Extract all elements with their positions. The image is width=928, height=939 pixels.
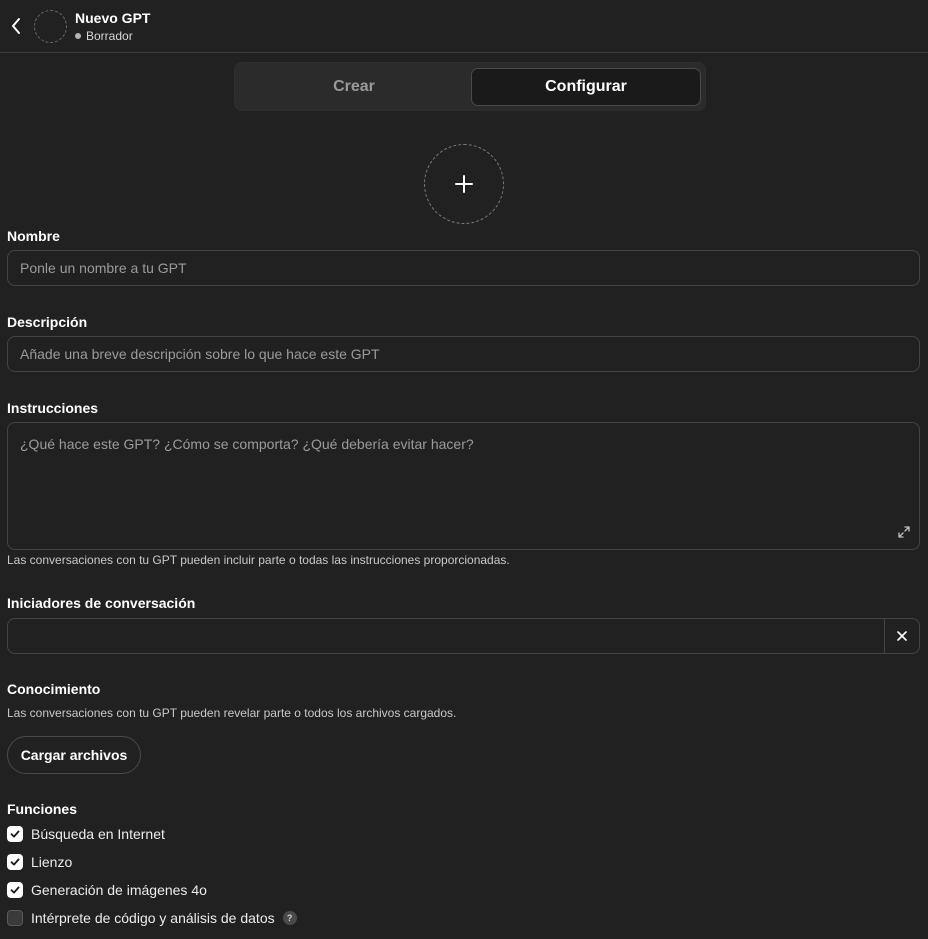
checkbox-unchecked[interactable] xyxy=(7,910,23,926)
gpt-avatar-placeholder xyxy=(34,10,67,43)
capability-web-search[interactable]: Búsqueda en Internet xyxy=(7,824,165,844)
draft-status: Borrador xyxy=(75,29,133,43)
checkbox-checked[interactable] xyxy=(7,854,23,870)
description-label: Descripción xyxy=(7,314,88,330)
back-button[interactable] xyxy=(6,14,26,38)
checkbox-checked[interactable] xyxy=(7,882,23,898)
name-placeholder: Ponle un nombre a tu GPT xyxy=(20,260,187,276)
knowledge-hint: Las conversaciones con tu GPT pueden rev… xyxy=(7,706,457,720)
capability-canvas[interactable]: Lienzo xyxy=(7,852,72,872)
conversation-starter-input[interactable] xyxy=(7,618,885,654)
status-label: Borrador xyxy=(86,29,133,43)
description-placeholder: Añade una breve descripción sobre lo que… xyxy=(20,346,380,362)
chevron-left-icon xyxy=(12,18,20,34)
capability-label: Lienzo xyxy=(31,854,73,870)
checkmark-icon xyxy=(10,858,20,866)
close-icon xyxy=(897,631,907,641)
capability-label: Intérprete de código y análisis de datos xyxy=(31,910,275,926)
instructions-label: Instrucciones xyxy=(7,400,99,416)
checkmark-icon xyxy=(10,886,20,894)
avatar-upload-button[interactable] xyxy=(424,144,504,224)
gpt-editor-page: Nuevo GPT Borrador Crear Configurar Nomb… xyxy=(0,0,928,939)
remove-starter-button[interactable] xyxy=(884,618,920,654)
instructions-hint: Las conversaciones con tu GPT pueden inc… xyxy=(7,553,510,567)
checkbox-checked[interactable] xyxy=(7,826,23,842)
mode-tabs: Crear Configurar xyxy=(234,62,706,111)
instructions-placeholder: ¿Qué hace este GPT? ¿Cómo se comporta? ¿… xyxy=(20,436,474,452)
expand-icon[interactable] xyxy=(897,525,911,539)
tab-configure[interactable]: Configurar xyxy=(471,68,701,106)
plus-icon xyxy=(455,175,473,193)
instructions-textarea[interactable]: ¿Qué hace este GPT? ¿Cómo se comporta? ¿… xyxy=(7,422,920,550)
gpt-title: Nuevo GPT xyxy=(75,10,151,26)
knowledge-label: Conocimiento xyxy=(7,681,101,697)
capability-image-generation[interactable]: Generación de imágenes 4o xyxy=(7,880,207,900)
capability-code-interpreter[interactable]: Intérprete de código y análisis de datos… xyxy=(7,908,297,928)
capability-label: Generación de imágenes 4o xyxy=(31,882,207,898)
capabilities-label: Funciones xyxy=(7,801,78,817)
name-label: Nombre xyxy=(7,228,60,244)
name-input[interactable]: Ponle un nombre a tu GPT xyxy=(7,250,920,286)
help-icon[interactable]: ? xyxy=(282,911,297,925)
tab-create[interactable]: Crear xyxy=(239,68,469,106)
capability-label: Búsqueda en Internet xyxy=(31,826,165,842)
description-input[interactable]: Añade una breve descripción sobre lo que… xyxy=(7,336,920,372)
upload-files-button[interactable]: Cargar archivos xyxy=(7,736,141,774)
status-dot-icon xyxy=(75,33,81,39)
header: Nuevo GPT Borrador xyxy=(0,0,928,53)
checkmark-icon xyxy=(10,830,20,838)
starters-label: Iniciadores de conversación xyxy=(7,595,196,611)
